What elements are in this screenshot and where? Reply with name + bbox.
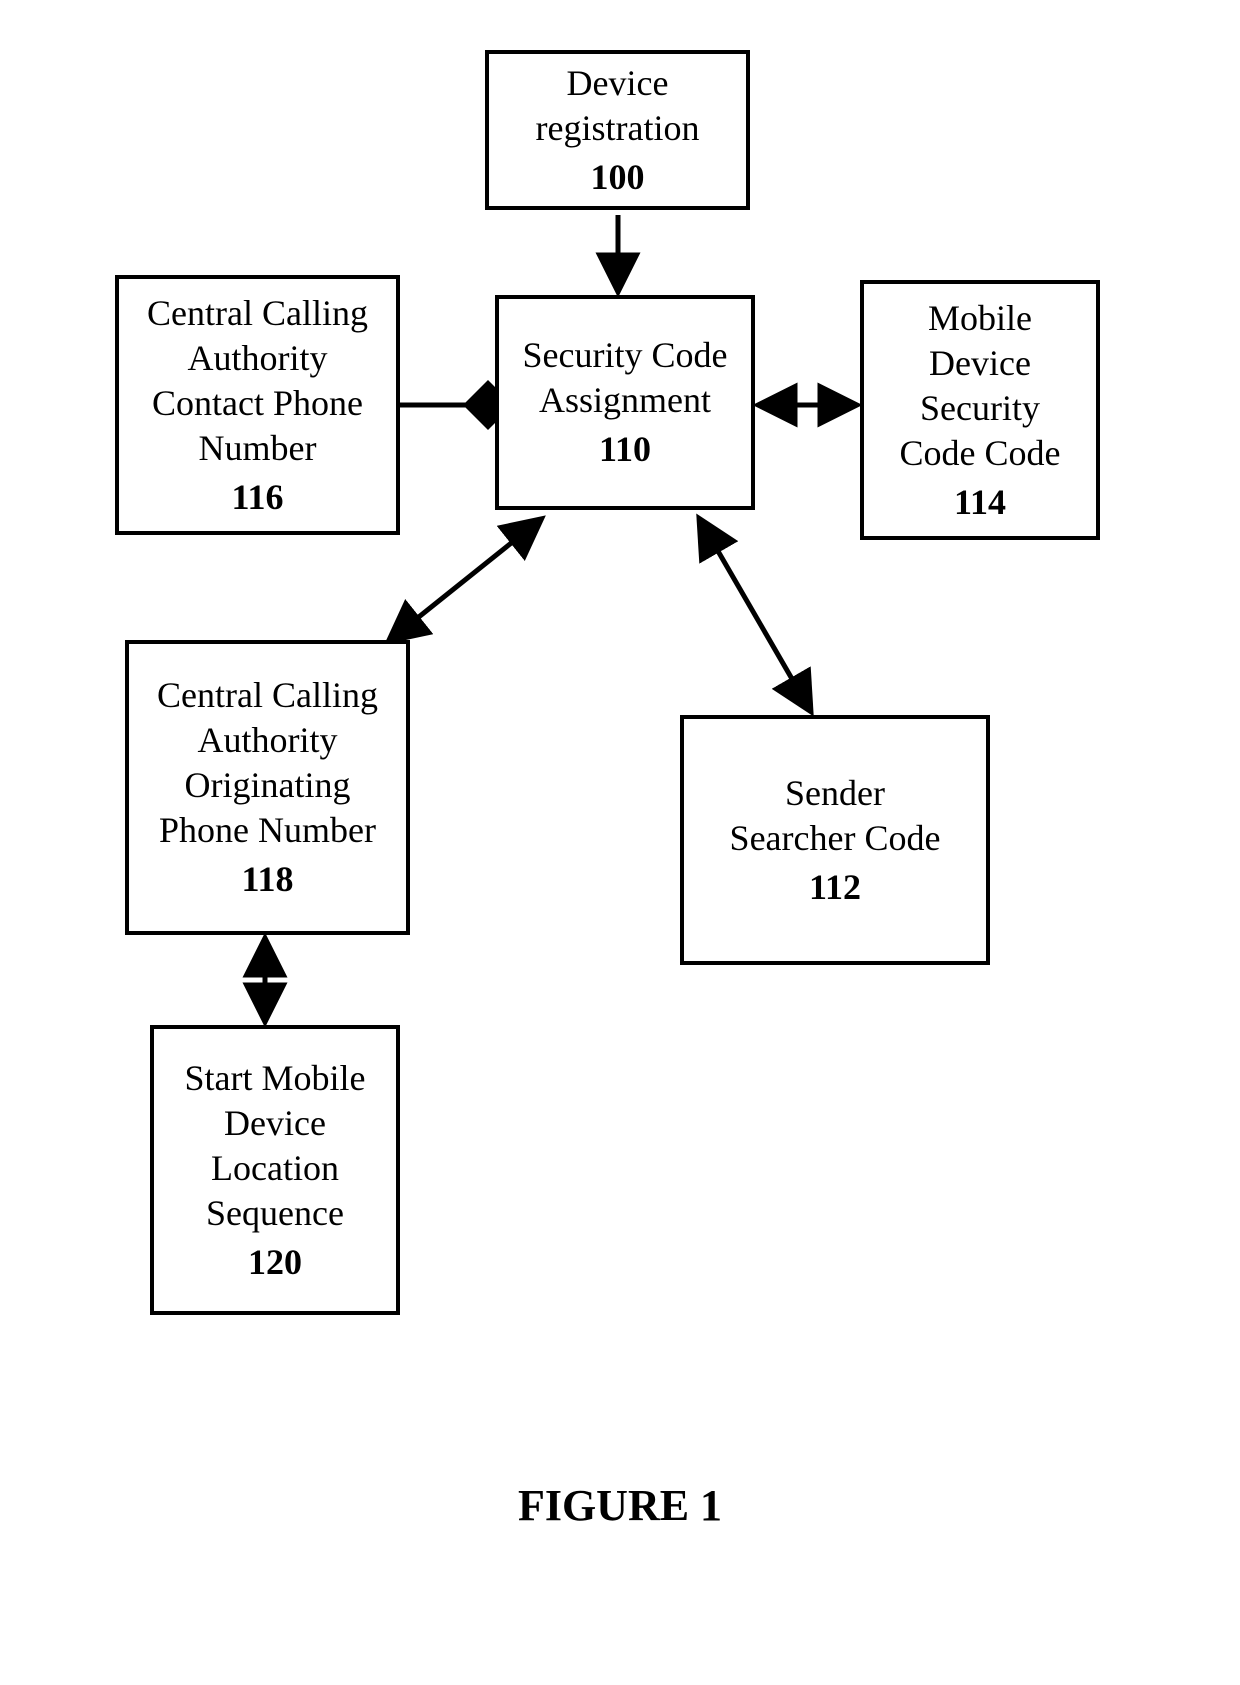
box-label: Sender Searcher Code: [730, 771, 941, 861]
box-ref: 118: [241, 857, 293, 902]
box-label: Start Mobile Device Location Sequence: [185, 1056, 366, 1236]
figure-caption: FIGURE 1: [0, 1480, 1240, 1531]
box-ref: 100: [591, 155, 645, 200]
connector-110-118: [390, 520, 540, 640]
box-mobile-device-security-code: Mobile Device Security Code Code 114: [860, 280, 1100, 540]
box-ref: 110: [599, 427, 651, 472]
connector-110-112: [700, 520, 810, 710]
box-device-registration: Device registration 100: [485, 50, 750, 210]
box-label: Mobile Device Security Code Code: [900, 296, 1061, 476]
diagram-canvas: Device registration 100 Security Code As…: [0, 0, 1240, 1685]
box-central-calling-authority-contact-phone-number: Central Calling Authority Contact Phone …: [115, 275, 400, 535]
box-ref: 112: [809, 865, 861, 910]
box-label: Security Code Assignment: [523, 333, 728, 423]
box-ref: 114: [954, 480, 1006, 525]
box-security-code-assignment: Security Code Assignment 110: [495, 295, 755, 510]
box-ref: 116: [231, 475, 283, 520]
box-label: Central Calling Authority Contact Phone …: [147, 291, 368, 471]
box-sender-searcher-code: Sender Searcher Code 112: [680, 715, 990, 965]
box-label: Device registration: [536, 61, 700, 151]
box-ref: 120: [248, 1240, 302, 1285]
box-central-calling-authority-originating-phone-number: Central Calling Authority Originating Ph…: [125, 640, 410, 935]
box-start-mobile-device-location-sequence: Start Mobile Device Location Sequence 12…: [150, 1025, 400, 1315]
box-label: Central Calling Authority Originating Ph…: [157, 673, 378, 853]
